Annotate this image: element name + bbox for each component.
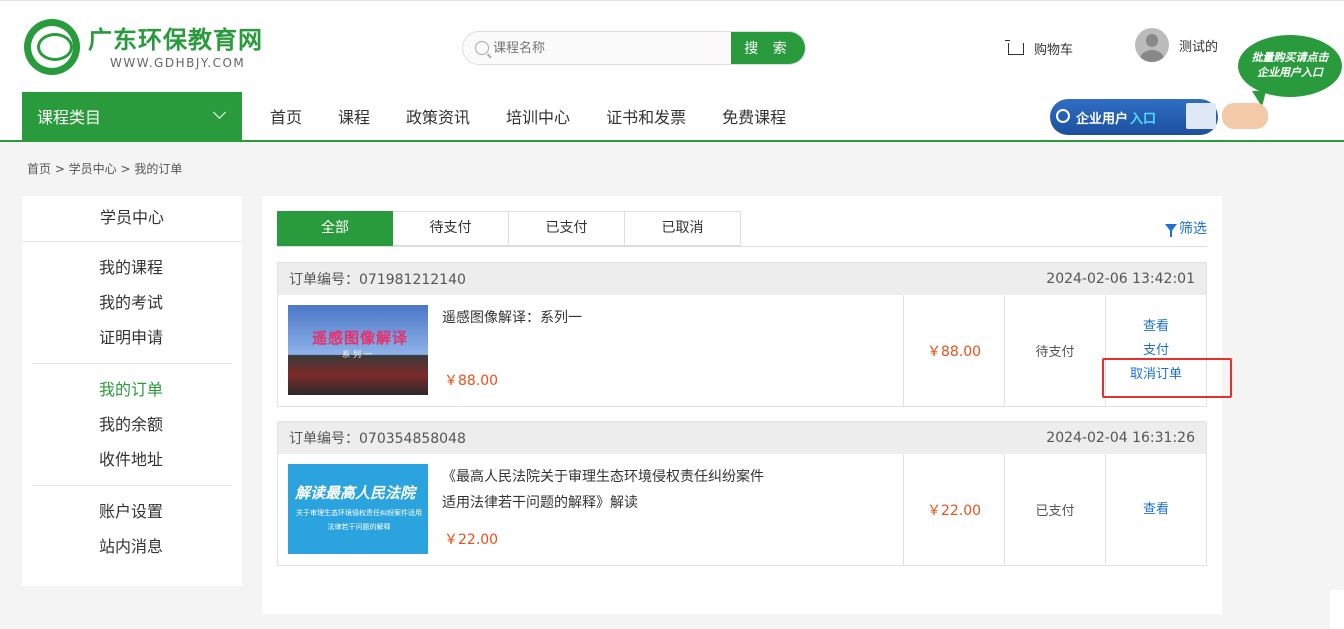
logo-url: WWW.GDHBJY.COM <box>110 56 246 70</box>
nav-home[interactable]: 首页 <box>252 104 320 128</box>
page-edge <box>1330 590 1344 629</box>
thumbnail-title: 遥感图像解译 <box>312 329 409 347</box>
bulk-purchase-bubble[interactable]: 批量购买请点击 企业用户入口 <box>1238 35 1342 107</box>
breadcrumb[interactable]: 首页 > 学员中心 > 我的订单 <box>27 160 182 177</box>
tab-all[interactable]: 全部 <box>277 211 393 246</box>
tab-pending-payment[interactable]: 待支付 <box>393 211 509 246</box>
search-button[interactable]: 搜 索 <box>731 32 805 64</box>
order-status: 已支付 <box>1005 454 1106 565</box>
cart-link[interactable]: 购物车 <box>1005 39 1074 58</box>
funnel-icon <box>1165 224 1177 237</box>
cart-label: 购物车 <box>1034 43 1074 58</box>
sidebar-item-account-settings[interactable]: 账户设置 <box>99 494 242 529</box>
filter-button[interactable]: 筛选 <box>1165 218 1207 238</box>
sidebar-title: 学员中心 <box>22 196 242 242</box>
order-number: 订单编号：070354858048 <box>289 431 466 447</box>
nav-training-center[interactable]: 培训中心 <box>488 104 588 128</box>
main-nav: 课程类目 首页 课程 政策资讯 培训中心 证书和发票 免费课程 <box>0 92 1344 142</box>
logo-title: 广东环保教育网 <box>88 26 263 54</box>
course-name[interactable]: 《最高人民法院关于审理生态环境侵权责任纠纷案件适用法律若干问题的解释》解读 <box>442 464 772 516</box>
view-order-button[interactable]: 查看 <box>1143 315 1169 339</box>
order-total: ￥22.00 <box>904 454 1005 565</box>
order-card: 订单编号：070354858048 2024-02-04 16:31:26 解读… <box>277 421 1207 566</box>
sidebar-item-my-courses[interactable]: 我的课程 <box>99 250 242 285</box>
thumbnail-title: 解读最高人民法院 <box>295 484 416 502</box>
logo-emblem-icon <box>24 19 80 75</box>
site-logo[interactable]: 广东环保教育网 WWW.GDHBJY.COM <box>24 19 263 75</box>
course-name[interactable]: 遥感图像解译：系列一 <box>442 305 772 331</box>
filter-label: 筛选 <box>1179 221 1207 237</box>
sidebar-item-my-orders[interactable]: 我的订单 <box>99 372 242 407</box>
user-name: 测试的 <box>1179 39 1219 55</box>
sidebar-item-shipping-address[interactable]: 收件地址 <box>99 442 242 477</box>
search-input[interactable] <box>463 32 731 64</box>
course-category-dropdown[interactable]: 课程类目 <box>22 92 242 140</box>
course-thumbnail[interactable]: 解读最高人民法院 关于审理生态环境侵权责任纠纷案件适用法律若干问题的解释 <box>288 464 428 554</box>
sidebar-item-messages[interactable]: 站内消息 <box>99 529 242 564</box>
order-status: 待支付 <box>1005 295 1106 406</box>
order-total: ￥88.00 <box>904 295 1005 406</box>
nav-free-courses[interactable]: 免费课程 <box>704 104 804 128</box>
order-datetime: 2024-02-04 16:31:26 <box>1046 430 1195 446</box>
view-order-button[interactable]: 查看 <box>1143 498 1169 522</box>
course-price: ￥22.00 <box>444 532 499 548</box>
bubble-line1: 批量购买请点击 <box>1251 51 1329 64</box>
search-bar: 搜 索 <box>462 31 806 65</box>
chevron-down-icon <box>213 106 226 119</box>
bubble-line2: 企业用户入口 <box>1257 66 1323 79</box>
sidebar-item-my-balance[interactable]: 我的余额 <box>99 407 242 442</box>
avatar <box>1135 28 1169 62</box>
student-sidebar: 学员中心 我的课程 我的考试 证明申请 我的订单 我的余额 收件地址 账户设置 … <box>22 196 242 586</box>
orders-panel: 全部 待支付 已支付 已取消 筛选 订单编号：071981212140 2024… <box>262 196 1222 614</box>
cancel-order-highlight <box>1102 358 1232 398</box>
course-thumbnail[interactable]: 遥感图像解译 系列一 <box>288 305 428 395</box>
search-icon <box>475 41 489 55</box>
thumbnail-subtitle: 关于审理生态环境侵权责任纠纷案件适用法律若干问题的解释 <box>296 509 422 531</box>
order-tabs: 全部 待支付 已支付 已取消 <box>277 211 1207 247</box>
cart-icon <box>1005 39 1024 55</box>
order-datetime: 2024-02-06 13:42:01 <box>1046 271 1195 287</box>
nav-courses[interactable]: 课程 <box>320 104 388 128</box>
sidebar-item-certificate-request[interactable]: 证明申请 <box>99 320 242 355</box>
order-number: 订单编号：071981212140 <box>289 272 466 288</box>
nav-certificates-invoices[interactable]: 证书和发票 <box>588 104 704 128</box>
sidebar-item-my-exams[interactable]: 我的考试 <box>99 285 242 320</box>
user-menu[interactable]: 测试的 <box>1135 28 1218 62</box>
thumbnail-subtitle: 系列一 <box>342 350 375 359</box>
order-card: 订单编号：071981212140 2024-02-06 13:42:01 遥感… <box>277 262 1207 407</box>
nav-policy-news[interactable]: 政策资讯 <box>388 104 488 128</box>
category-label: 课程类目 <box>37 108 102 127</box>
tab-paid[interactable]: 已支付 <box>509 211 625 246</box>
course-price: ￥88.00 <box>444 373 499 389</box>
tab-cancelled[interactable]: 已取消 <box>625 211 741 246</box>
